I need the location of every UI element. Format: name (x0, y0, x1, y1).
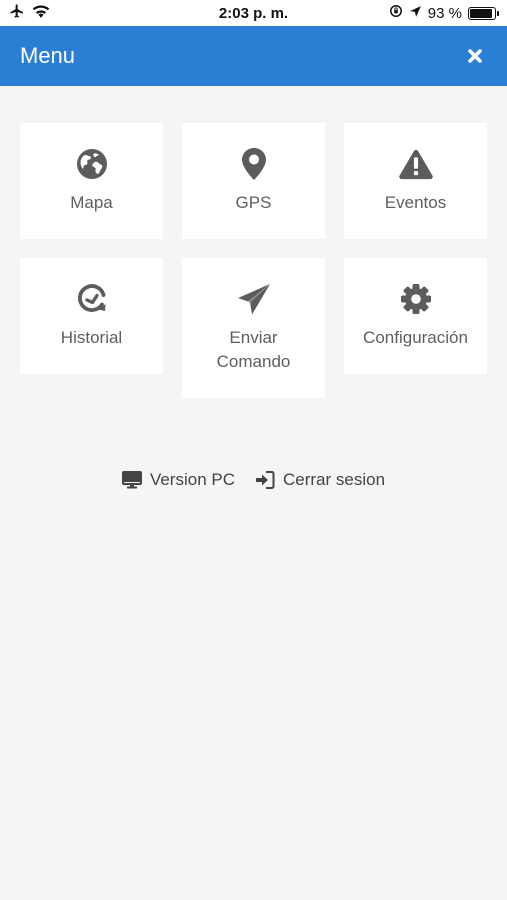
menu-item-label: Historial (60, 328, 123, 347)
nav-bar: Menu (0, 26, 507, 86)
logout-link[interactable]: Cerrar sesion (255, 470, 385, 490)
status-right: 93 % (389, 4, 499, 22)
history-icon (75, 282, 109, 316)
battery-fill (470, 8, 493, 18)
status-left (8, 3, 50, 23)
status-bar: 2:03 p. m. 93 % (0, 0, 507, 26)
close-button[interactable] (463, 44, 487, 68)
menu-item-mapa[interactable]: Mapa (20, 123, 163, 239)
airplane-icon (8, 3, 26, 23)
globe-icon (75, 147, 109, 181)
menu-item-enviar-comando[interactable]: Enviar Comando (182, 258, 325, 398)
battery-percent: 93 % (427, 4, 462, 22)
menu-item-gps[interactable]: GPS (182, 123, 325, 239)
menu-item-historial[interactable]: Historial (20, 258, 163, 374)
orientation-lock-icon (389, 4, 403, 22)
version-pc-label: Version PC (149, 470, 235, 489)
sign-in-icon (256, 471, 275, 489)
map-marker-icon (237, 147, 271, 181)
menu-item-eventos[interactable]: Eventos (344, 123, 487, 239)
menu-item-label: Configuración (363, 328, 468, 347)
menu-item-label: Eventos (384, 193, 447, 212)
menu-item-label: Mapa (70, 193, 113, 212)
paper-plane-icon (237, 282, 271, 316)
page-title: Menu (20, 43, 76, 68)
wifi-icon (32, 4, 50, 22)
logout-label: Cerrar sesion (283, 470, 386, 489)
menu-item-label: GPS (235, 193, 272, 212)
footer-links: Version PC Cerrar sesion (0, 470, 507, 490)
version-pc-link[interactable]: Version PC (121, 470, 235, 490)
menu-item-configuracion[interactable]: Configuración (344, 258, 487, 374)
menu-item-label-line2: Comando (216, 352, 291, 371)
close-icon (468, 49, 482, 63)
gear-icon (399, 282, 433, 316)
desktop-icon (121, 471, 142, 489)
menu-item-label-line1: Enviar (229, 328, 278, 347)
location-arrow-icon (409, 5, 422, 22)
battery-icon (468, 6, 499, 20)
warning-icon (398, 147, 433, 181)
menu-item-label: Enviar Comando (189, 326, 319, 374)
